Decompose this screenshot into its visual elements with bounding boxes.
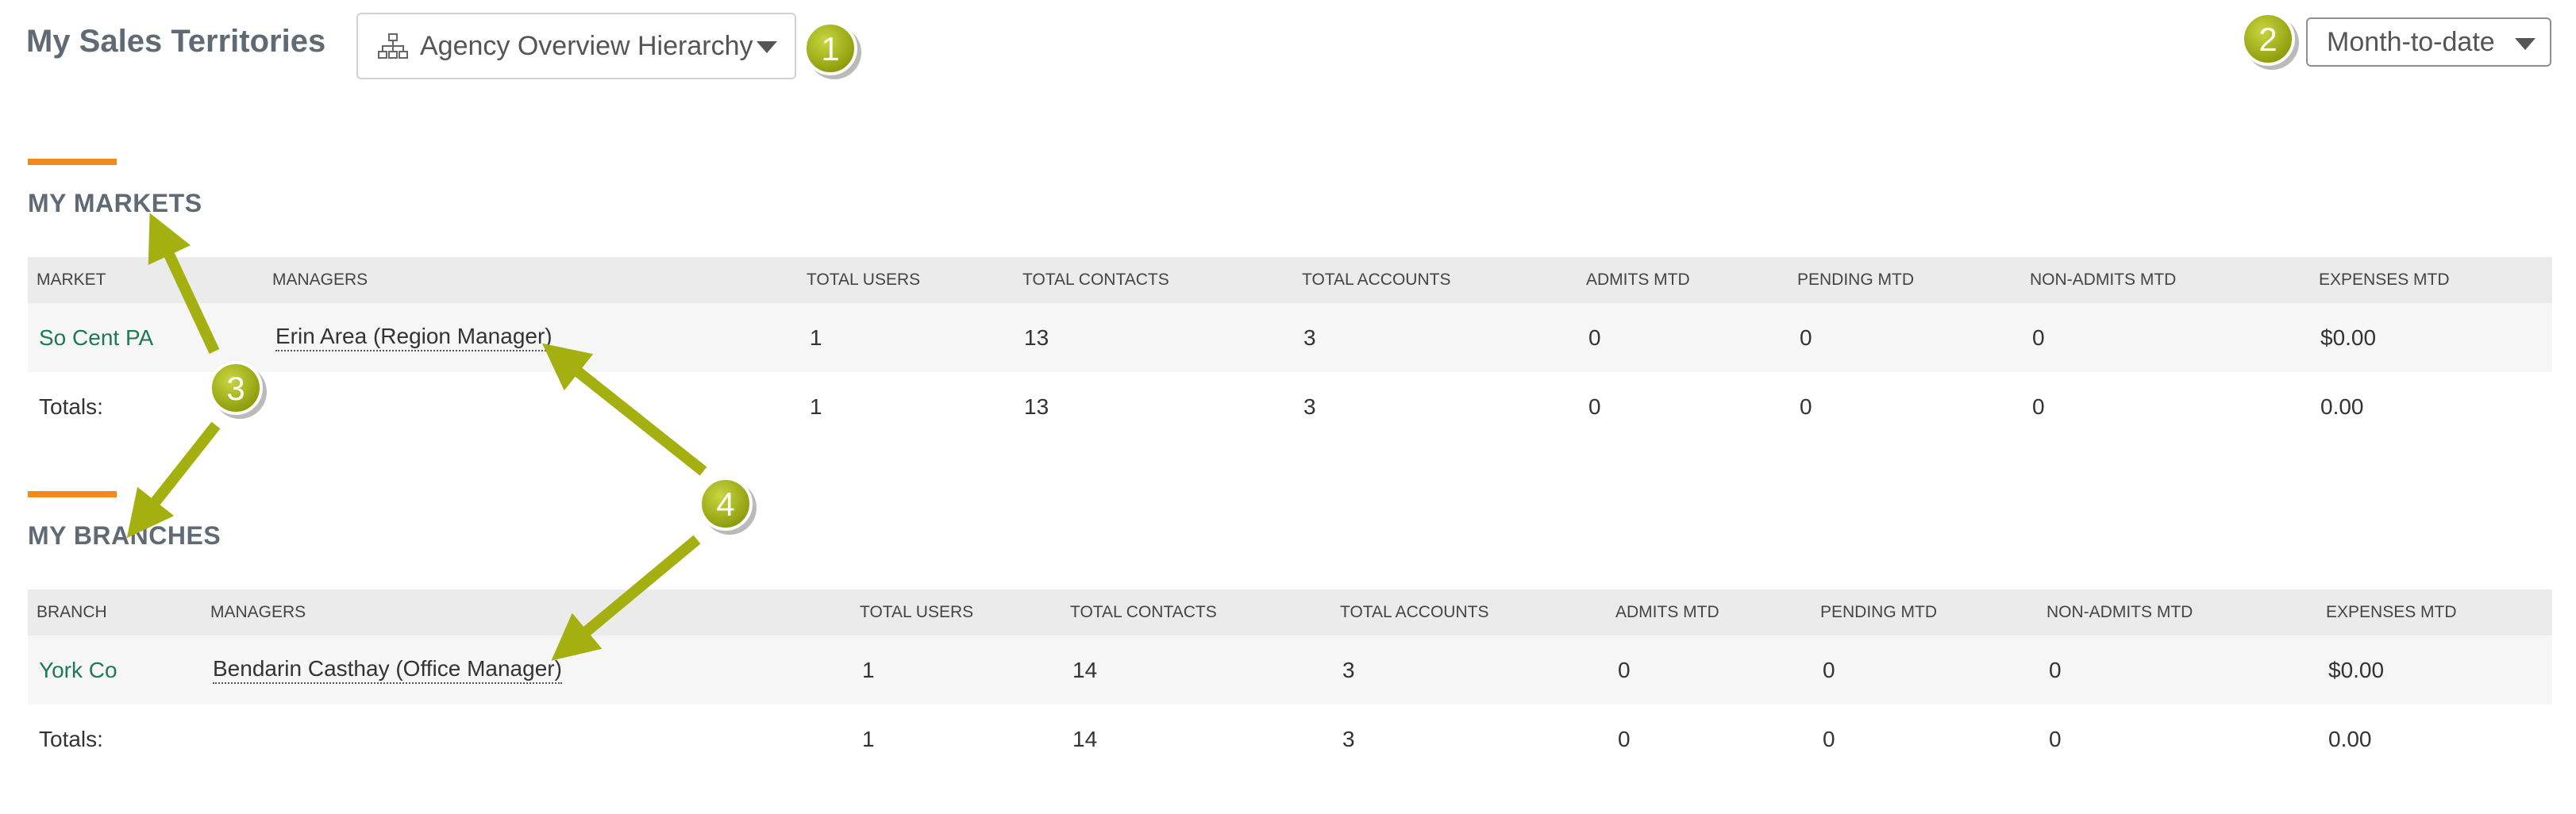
branches-table: BRANCH MANAGERS TOTAL USERS TOTAL CONTAC… — [28, 589, 2552, 774]
column-header: PENDING MTD — [1797, 271, 1914, 289]
totals-label: Totals: — [39, 726, 103, 751]
market-link[interactable]: So Cent PA — [39, 325, 153, 351]
column-header: NON-ADMITS MTD — [2030, 271, 2177, 289]
totals-row: Totals: 1 14 3 0 0 0 0.00 — [28, 705, 2552, 774]
markets-section-title: MY MARKETS — [28, 189, 202, 217]
total-accounts-value: 3 — [1342, 657, 1355, 682]
totals-label: Totals: — [39, 394, 103, 419]
total-users-value: 1 — [862, 657, 875, 682]
column-header: MANAGERS — [210, 603, 306, 621]
badge-number: 2 — [2258, 21, 2277, 58]
expenses-value: 0.00 — [2328, 726, 2372, 751]
column-header: ADMITS MTD — [1615, 603, 1719, 621]
non-admits-value: 0 — [2049, 657, 2062, 682]
badge-number: 1 — [821, 30, 839, 67]
period-select-value: Month-to-date — [2327, 26, 2495, 57]
total-contacts-value: 14 — [1072, 726, 1098, 751]
admits-value: 0 — [1618, 726, 1631, 751]
expenses-value: 0.00 — [2320, 394, 2364, 419]
non-admits-value: 0 — [2032, 324, 2045, 350]
pending-value: 0 — [1800, 324, 1812, 350]
total-accounts-value: 3 — [1303, 394, 1316, 419]
page-title: My Sales Territories — [26, 24, 326, 59]
badge-number: 4 — [716, 486, 734, 523]
badge-4: 4 — [699, 477, 757, 535]
column-header: MARKET — [37, 271, 106, 289]
column-header: ADMITS MTD — [1586, 271, 1690, 289]
non-admits-value: 0 — [2049, 726, 2062, 751]
manager-link[interactable]: Erin Area (Region Manager) — [275, 324, 553, 351]
admits-value: 0 — [1618, 657, 1631, 682]
table-header: BRANCH MANAGERS TOTAL USERS TOTAL CONTAC… — [28, 589, 2552, 635]
total-users-value: 1 — [810, 394, 822, 419]
totals-row: Totals: 1 13 3 0 0 0 0.00 — [28, 372, 2552, 441]
column-header: TOTAL ACCOUNTS — [1302, 271, 1451, 289]
column-header: TOTAL CONTACTS — [1022, 271, 1169, 289]
markets-table: MARKET MANAGERS TOTAL USERS TOTAL CONTAC… — [28, 257, 2552, 441]
chevron-down-icon — [2515, 38, 2536, 50]
total-users-value: 1 — [862, 726, 875, 751]
table-header: MARKET MANAGERS TOTAL USERS TOTAL CONTAC… — [28, 257, 2552, 303]
badge-2: 2 — [2241, 12, 2299, 70]
non-admits-value: 0 — [2032, 394, 2045, 419]
column-header: PENDING MTD — [1820, 603, 1937, 621]
branches-section-title: MY BRANCHES — [28, 521, 221, 550]
column-header: BRANCH — [37, 603, 107, 621]
column-header: TOTAL USERS — [807, 271, 921, 289]
table-row: So Cent PA Erin Area (Region Manager) 1 … — [28, 303, 2552, 372]
table-row: York Co Bendarin Casthay (Office Manager… — [28, 635, 2552, 705]
column-header: EXPENSES MTD — [2319, 271, 2450, 289]
column-header: TOTAL ACCOUNTS — [1340, 603, 1489, 621]
total-accounts-value: 3 — [1303, 324, 1316, 350]
sales-territories-page: My Sales Territories Agency Overview Hie… — [0, 0, 2576, 814]
column-header: TOTAL USERS — [860, 603, 974, 621]
expenses-value: $0.00 — [2328, 657, 2385, 682]
expenses-value: $0.00 — [2320, 324, 2377, 350]
org-chart-icon — [378, 33, 408, 59]
admits-value: 0 — [1588, 394, 1601, 419]
section-accent-bar — [28, 159, 117, 165]
period-select[interactable]: Month-to-date — [2306, 17, 2551, 67]
total-contacts-value: 13 — [1024, 394, 1049, 419]
pending-value: 0 — [1800, 394, 1812, 419]
total-contacts-value: 14 — [1072, 657, 1098, 682]
total-users-value: 1 — [810, 324, 822, 350]
admits-value: 0 — [1588, 324, 1601, 350]
hierarchy-select[interactable]: Agency Overview Hierarchy — [356, 13, 796, 79]
pending-value: 0 — [1823, 726, 1835, 751]
manager-link[interactable]: Bendarin Casthay (Office Manager) — [213, 656, 562, 684]
total-contacts-value: 13 — [1024, 324, 1049, 350]
pending-value: 0 — [1823, 657, 1835, 682]
chevron-down-icon — [757, 41, 777, 53]
section-accent-bar — [28, 491, 117, 497]
column-header: MANAGERS — [272, 271, 368, 289]
column-header: TOTAL CONTACTS — [1070, 603, 1217, 621]
hierarchy-select-value: Agency Overview Hierarchy — [420, 30, 753, 61]
column-header: EXPENSES MTD — [2326, 603, 2457, 621]
branch-link[interactable]: York Co — [39, 658, 117, 683]
column-header: NON-ADMITS MTD — [2047, 603, 2193, 621]
total-accounts-value: 3 — [1342, 726, 1355, 751]
badge-1: 1 — [803, 21, 861, 79]
